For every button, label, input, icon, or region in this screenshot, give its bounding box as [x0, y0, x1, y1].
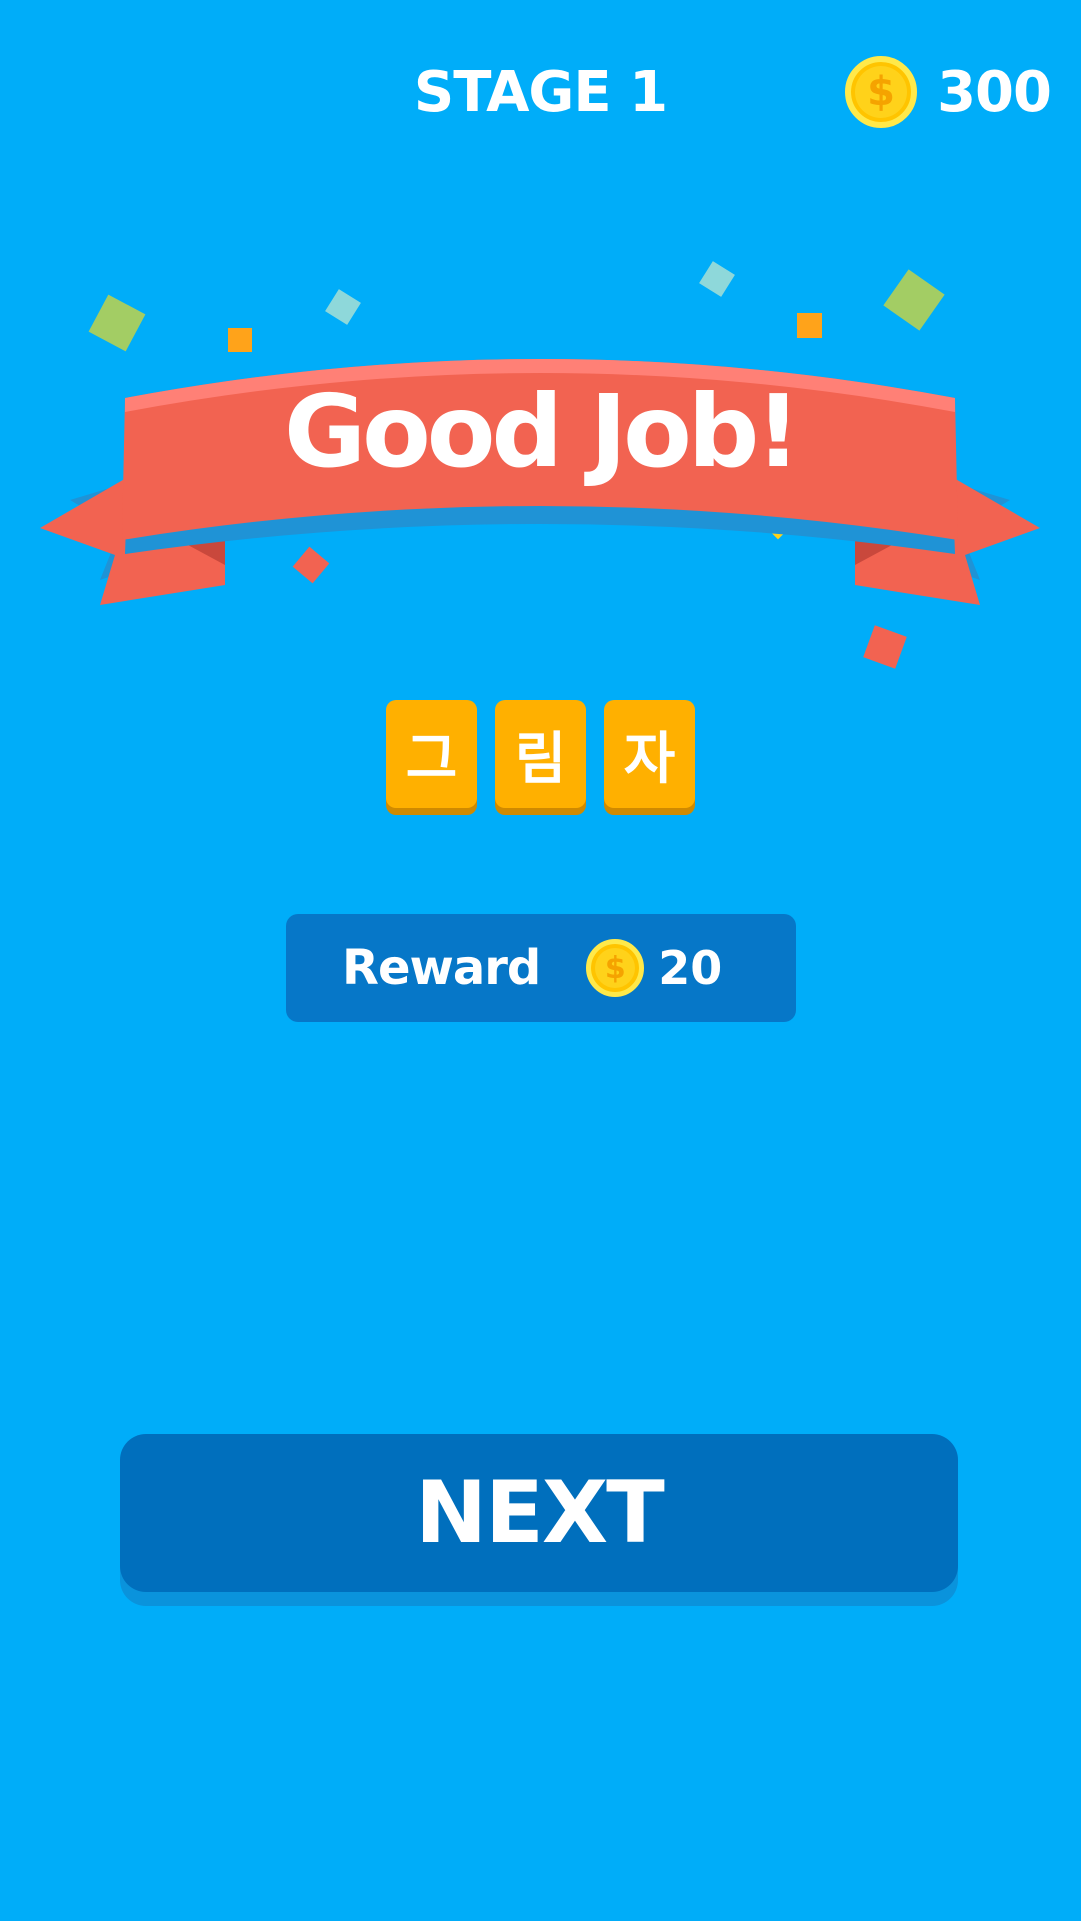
confetti-piece: [883, 269, 945, 331]
confetti-piece: [325, 289, 361, 325]
coin-symbol: $: [604, 950, 626, 986]
reward-amount: 20: [658, 941, 723, 995]
banner-title: Good Job!: [284, 373, 801, 490]
confetti-piece: [797, 313, 822, 338]
next-button[interactable]: NEXT: [120, 1434, 958, 1592]
answer-tiles: 그 림 자: [0, 700, 1081, 808]
confetti-piece: [863, 625, 907, 669]
confetti-piece: [699, 261, 735, 297]
reward-label: Reward: [342, 940, 541, 996]
coin-total: 300: [937, 59, 1052, 125]
coin-icon: $: [845, 56, 918, 128]
letter-tile: 림: [495, 700, 586, 808]
coin-counter: $ 300: [845, 52, 1052, 132]
letter-tile: 자: [604, 700, 695, 808]
coin-symbol: $: [867, 69, 896, 115]
reward-box: Reward $ 20: [286, 914, 796, 1022]
coin-icon: $: [586, 939, 645, 997]
letter-tile: 그: [386, 700, 477, 808]
